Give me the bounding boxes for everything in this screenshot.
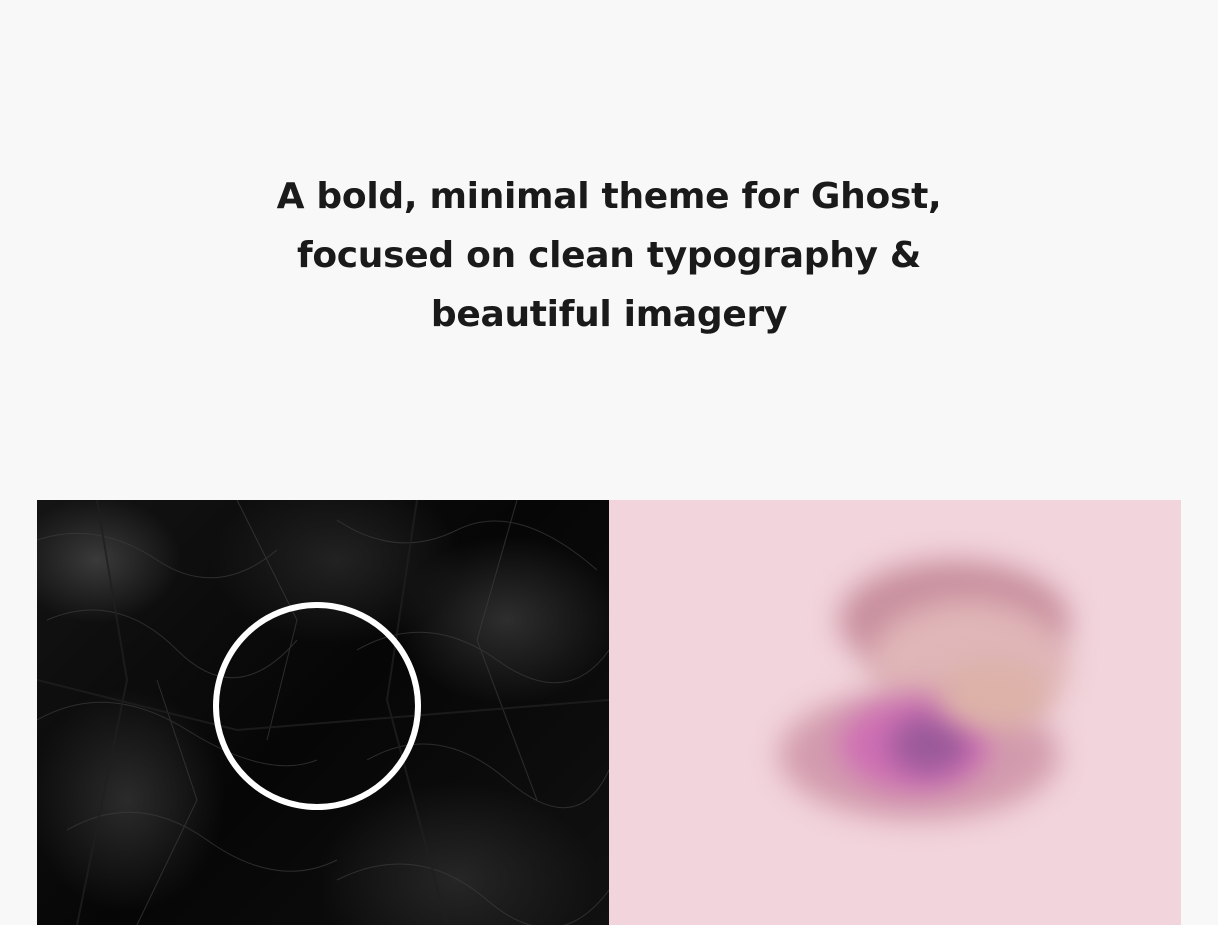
site-header: A bold, minimal theme for Ghost, focused… bbox=[0, 167, 1218, 344]
site-description: A bold, minimal theme for Ghost, focused… bbox=[259, 167, 959, 344]
flower-blob bbox=[939, 660, 1049, 730]
flower-blob bbox=[889, 715, 969, 775]
post-card-image-dark-leaves bbox=[37, 500, 609, 925]
tagline-line-2: focused on clean typography & bbox=[296, 235, 922, 276]
post-card-2[interactable] bbox=[609, 500, 1181, 925]
post-card-image-pink-flower bbox=[609, 500, 1181, 925]
ring-icon bbox=[213, 602, 421, 810]
post-feed bbox=[37, 500, 1182, 925]
post-card-1[interactable] bbox=[37, 500, 609, 925]
tagline-line-1: A bold, minimal theme for Ghost, bbox=[276, 176, 942, 217]
tagline-line-3: beautiful imagery bbox=[430, 294, 788, 335]
